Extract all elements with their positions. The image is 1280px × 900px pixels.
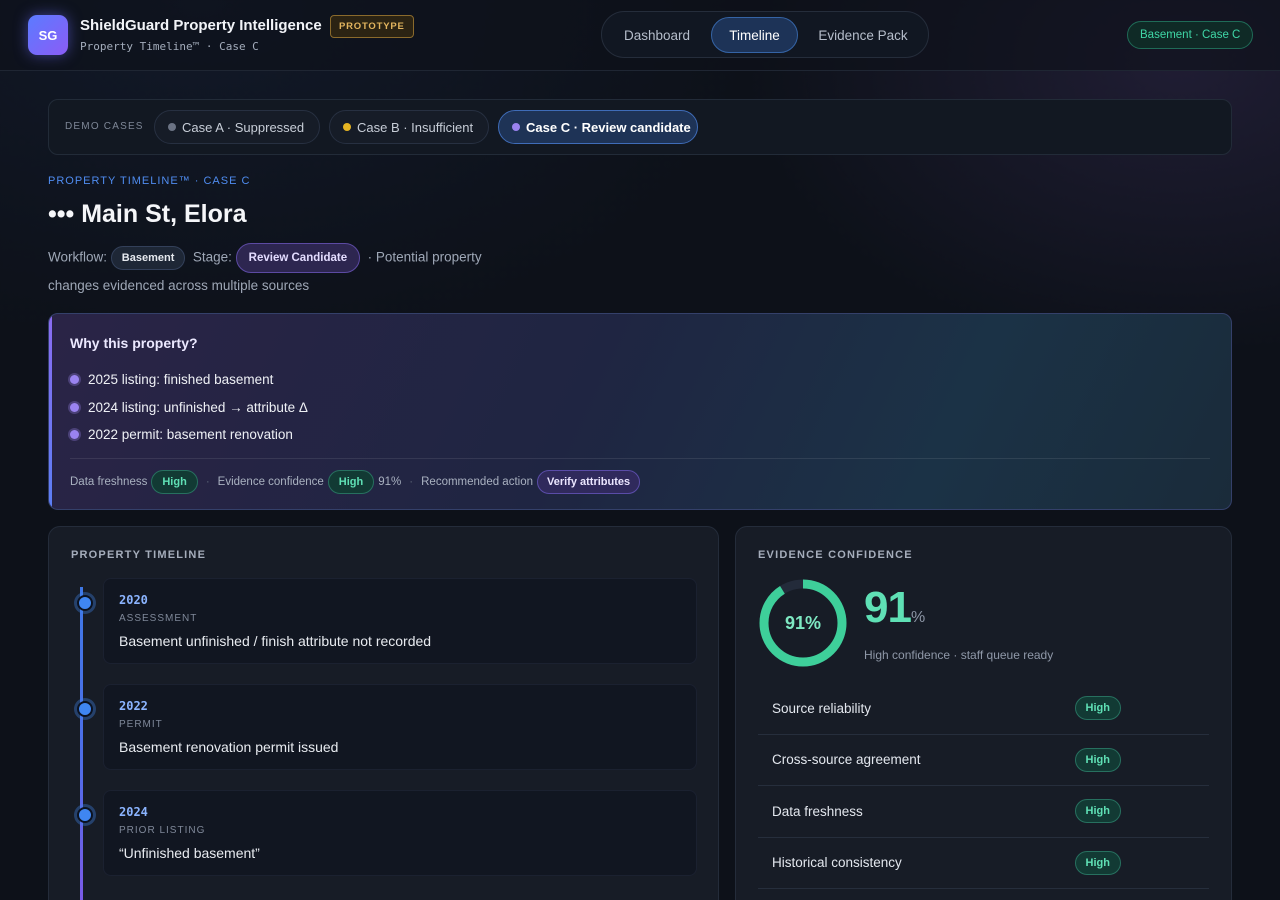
factor-label: Cross-source agreement [772,752,921,768]
verify-attributes-button[interactable]: Verify attributes [537,470,641,494]
factor-label: Data freshness [772,803,863,819]
bullet-icon [70,402,79,412]
status-dot-icon [343,123,351,131]
factor-badge: High [1074,850,1121,875]
case-b-label: Case B · Insufficient [357,119,474,135]
timeline-event[interactable]: 2022 PERMIT Basement renovation permit i… [103,684,697,770]
factor-row: Historical consistency High [758,838,1209,889]
demo-cases-label: DEMO CASES [65,121,144,132]
nav-dashboard[interactable]: Dashboard [610,17,704,53]
event-year: 2024 [119,805,148,819]
page-eyebrow: PROPERTY TIMELINE™ · CASE C [48,175,251,187]
app-subtitle: Property Timeline™ · Case C [80,40,259,53]
confidence-label: Evidence confidence [217,476,324,488]
reason-item: 2024 listing: unfinished → attribute Δ [70,394,308,422]
timeline-event[interactable]: 2020 ASSESSMENT Basement unfinished / fi… [103,578,697,664]
timeline-title: PROPERTY TIMELINE [71,549,207,561]
demo-cases-bar: DEMO CASES Case A · Suppressed Case B · … [48,99,1232,155]
stage-label: Stage: [192,249,232,265]
nav-evidence-pack[interactable]: Evidence Pack [805,17,921,53]
factor-badge: High [1074,696,1121,721]
bullet-icon [70,430,79,440]
case-a-button[interactable]: Case A · Suppressed [154,110,320,144]
confidence-badge: High [327,470,375,494]
why-title: Why this property? [70,335,198,351]
factor-label: Historical consistency [772,855,902,871]
status-dot-icon [512,123,520,131]
reason-item: 2025 listing: finished basement [70,366,308,394]
workflow-label: Workflow: [48,249,108,265]
factor-label: Source reliability [772,700,872,716]
case-context-pill: Basement · Case C [1127,21,1254,49]
ring-label: 91% [784,612,822,633]
main-nav: Dashboard Timeline Evidence Pack [601,11,929,58]
event-year: 2022 [119,699,148,713]
timeline-dot-icon [77,807,93,823]
event-category: PERMIT [119,719,163,730]
event-description: “Unfinished basement” [119,845,260,861]
factor-row: Source reliability High [758,683,1209,735]
bullet-icon [70,375,79,385]
stage-chip: Review Candidate [235,243,361,273]
factor-badge: High [1074,799,1121,824]
factor-row: Data freshness High [758,786,1209,838]
evidence-confidence-panel: EVIDENCE CONFIDENCE 91% 91% High confide… [735,526,1232,900]
timeline-line [80,587,83,900]
event-category: PRIOR LISTING [119,825,206,836]
event-year: 2020 [119,593,148,607]
confidence-score: 91% [864,583,925,632]
reason-list: 2025 listing: finished basement 2024 lis… [70,366,308,449]
timeline-dot-icon [77,701,93,717]
top-bar: SG ShieldGuard Property Intelligence Pro… [0,0,1280,71]
confidence-factors: Source reliability High Cross-source agr… [758,683,1209,889]
confidence-percent: 91% [378,476,402,488]
property-meta: Workflow: Basement Stage: Review Candida… [48,243,518,298]
freshness-badge: High [151,470,198,494]
property-timeline-panel: PROPERTY TIMELINE 2020 ASSESSMENT Baseme… [48,526,719,900]
page-title: ••• Main St, Elora [48,200,247,228]
case-c-label: Case C · Review candidate [526,119,691,135]
timeline-event[interactable]: 2024 PRIOR LISTING “Unfinished basement” [103,790,697,876]
app-title: ShieldGuard Property Intelligence [80,17,322,34]
event-description: Basement renovation permit issued [119,739,339,755]
divider [70,458,1210,459]
prototype-badge: PROTOTYPE [330,15,414,38]
case-c-button[interactable]: Case C · Review candidate [498,110,698,144]
status-dot-icon [168,123,176,131]
timeline-dot-icon [77,595,93,611]
factor-row: Cross-source agreement High [758,735,1209,786]
factor-badge: High [1074,747,1121,772]
event-category: ASSESSMENT [119,613,198,624]
case-a-label: Case A · Suppressed [182,119,305,135]
freshness-label: Data freshness [70,476,148,488]
nav-timeline[interactable]: Timeline [711,17,798,53]
action-label: Recommended action [421,476,533,488]
workflow-chip: Basement [110,246,186,270]
why-this-property-panel: Why this property? 2025 listing: finishe… [48,313,1232,510]
app-logo: SG [28,15,68,55]
reason-item: 2022 permit: basement renovation [70,421,308,449]
case-b-button[interactable]: Case B · Insufficient [329,110,489,144]
confidence-title: EVIDENCE CONFIDENCE [758,549,913,561]
event-description: Basement unfinished / finish attribute n… [119,633,432,649]
why-summary: Data freshness High · Evidence confidenc… [70,469,641,495]
confidence-caption: High confidence · staff queue ready [864,648,1054,662]
